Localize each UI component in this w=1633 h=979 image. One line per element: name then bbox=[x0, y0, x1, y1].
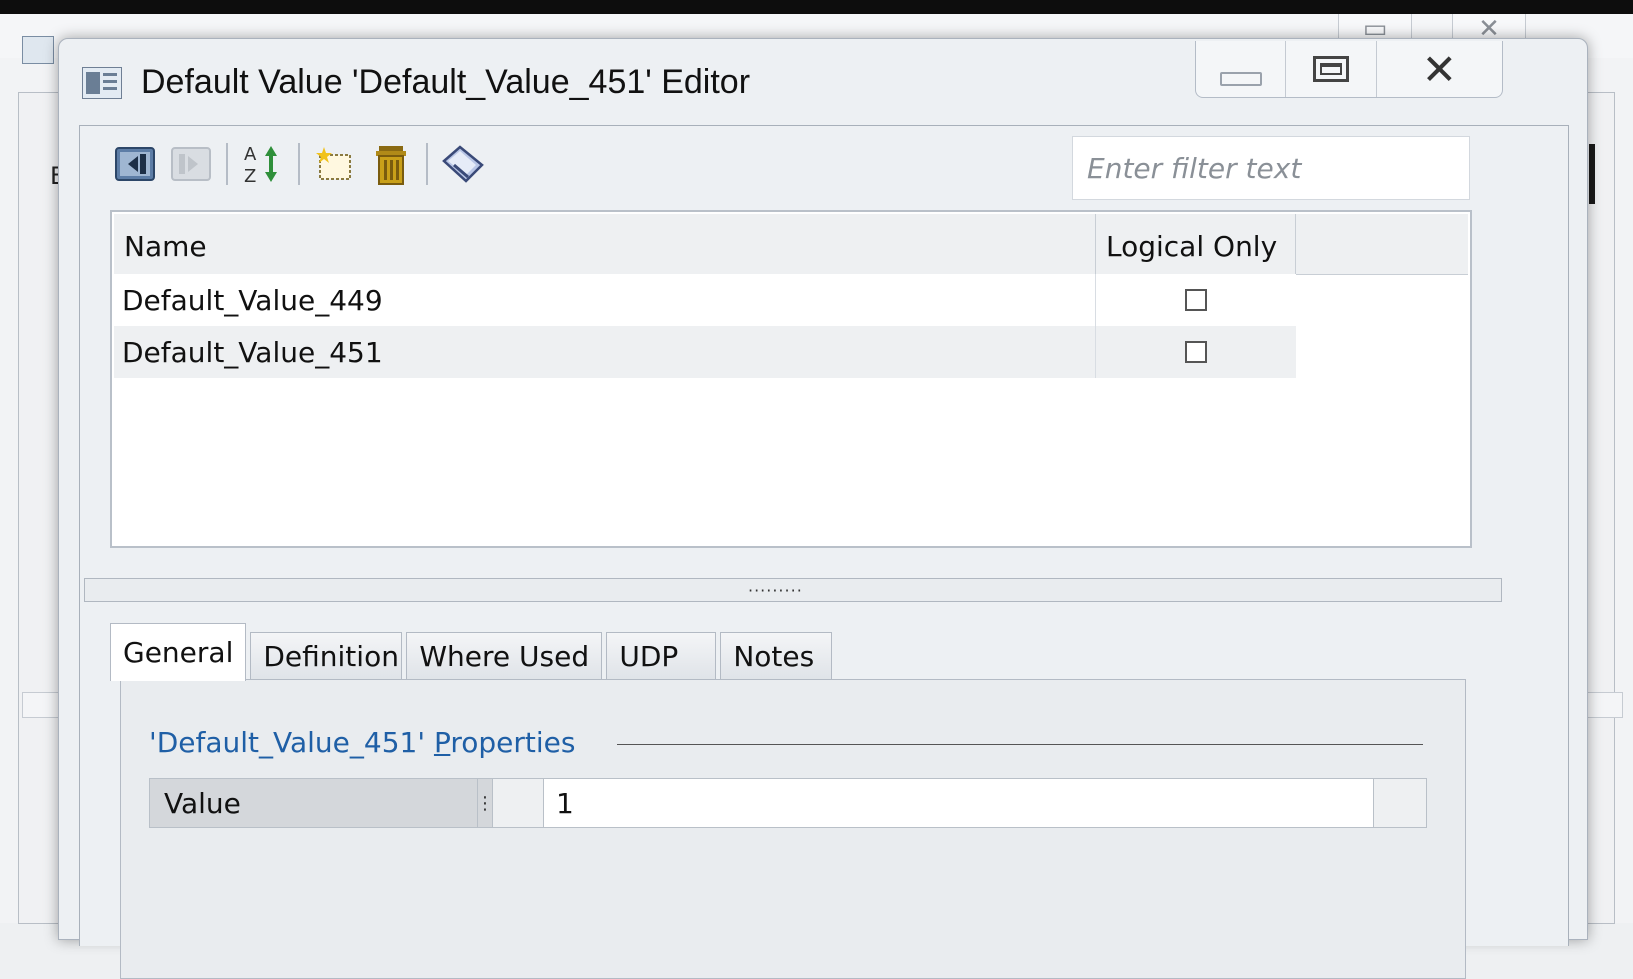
table-row[interactable]: Default_Value_449 bbox=[114, 274, 1296, 326]
general-tab-panel: 'Default_Value_451' Properties Value ⋮ bbox=[120, 679, 1466, 979]
default-value-editor-dialog: Default Value 'Default_Value_451' Editor… bbox=[58, 38, 1588, 979]
caption-buttons: ✕ bbox=[1195, 41, 1503, 98]
tag-icon bbox=[442, 145, 484, 183]
row-logical-only-cell bbox=[1096, 274, 1296, 326]
filter-input[interactable] bbox=[1072, 136, 1470, 200]
new-item-icon bbox=[316, 147, 351, 180]
column-header-name[interactable]: Name bbox=[114, 214, 1096, 274]
expand-right-button[interactable] bbox=[166, 141, 216, 187]
svg-text:A: A bbox=[244, 144, 257, 165]
tab-where-used[interactable]: Where Used bbox=[406, 632, 603, 680]
minimize-button[interactable] bbox=[1196, 41, 1287, 97]
property-value-input[interactable] bbox=[544, 779, 1373, 827]
new-item-button[interactable] bbox=[310, 141, 360, 187]
minimize-icon bbox=[1219, 72, 1262, 86]
maximize-button[interactable] bbox=[1286, 41, 1377, 97]
tab-udp[interactable]: UDP bbox=[606, 632, 717, 680]
background-scroll-edge bbox=[1589, 144, 1595, 204]
default-values-grid: Name Logical Only Default_Value_449 Defa… bbox=[110, 210, 1472, 548]
properties-section-title: 'Default_Value_451' Properties bbox=[149, 726, 576, 759]
screen-top-band bbox=[0, 0, 1633, 14]
sort-az-icon: A Z bbox=[244, 144, 277, 186]
tab-general[interactable]: General bbox=[110, 623, 247, 681]
editor-window-icon bbox=[82, 67, 122, 99]
logical-only-checkbox[interactable] bbox=[1185, 341, 1207, 363]
sort-button[interactable]: A Z bbox=[238, 141, 288, 187]
toolbar-separator bbox=[426, 143, 428, 185]
delete-button[interactable] bbox=[366, 141, 416, 187]
table-row[interactable]: Default_Value_451 bbox=[114, 326, 1296, 378]
splitter-grip: ········· bbox=[748, 581, 803, 600]
tab-definition[interactable]: Definition bbox=[250, 632, 403, 680]
delete-icon bbox=[376, 146, 406, 185]
close-button[interactable]: ✕ bbox=[1377, 41, 1502, 97]
row-name-cell[interactable]: Default_Value_449 bbox=[114, 274, 1096, 326]
logical-only-checkbox[interactable] bbox=[1185, 289, 1207, 311]
row-logical-only-cell bbox=[1096, 326, 1296, 378]
toolbar: A Z bbox=[110, 138, 488, 190]
column-resize-handle[interactable]: ⋮ bbox=[476, 779, 494, 827]
tag-button[interactable] bbox=[438, 141, 488, 187]
background-frame-left bbox=[18, 92, 61, 924]
dialog-title: Default Value 'Default_Value_451' Editor bbox=[141, 63, 751, 101]
collapse-left-icon bbox=[115, 147, 155, 181]
tab-notes[interactable]: Notes bbox=[720, 632, 833, 680]
section-divider bbox=[617, 744, 1423, 745]
toolbar-separator bbox=[226, 143, 228, 185]
close-icon: ✕ bbox=[1421, 44, 1457, 94]
pane-splitter[interactable]: ········· bbox=[84, 578, 1502, 602]
property-label: Value bbox=[150, 779, 478, 827]
background-window-icon bbox=[22, 36, 54, 64]
maximize-icon bbox=[1313, 56, 1350, 82]
dialog-titlebar[interactable]: Default Value 'Default_Value_451' Editor… bbox=[59, 39, 1587, 125]
column-header-filler bbox=[1296, 214, 1468, 274]
editor-body: A Z Enter filter text Name Logical Only … bbox=[79, 125, 1569, 979]
toolbar-separator bbox=[298, 143, 300, 185]
row-name-cell[interactable]: Default_Value_451 bbox=[114, 326, 1096, 378]
collapse-left-button[interactable] bbox=[110, 141, 160, 187]
property-spacer bbox=[493, 779, 544, 827]
grid-header: Name Logical Only bbox=[114, 214, 1468, 275]
tab-strip: General Definition Where Used UDP Notes bbox=[110, 623, 836, 681]
property-row-value: Value ⋮ bbox=[149, 778, 1427, 828]
expand-right-icon bbox=[171, 147, 211, 181]
svg-text:Z: Z bbox=[244, 166, 256, 186]
column-header-logical-only[interactable]: Logical Only bbox=[1096, 214, 1296, 274]
property-edit-button[interactable] bbox=[1373, 779, 1426, 827]
